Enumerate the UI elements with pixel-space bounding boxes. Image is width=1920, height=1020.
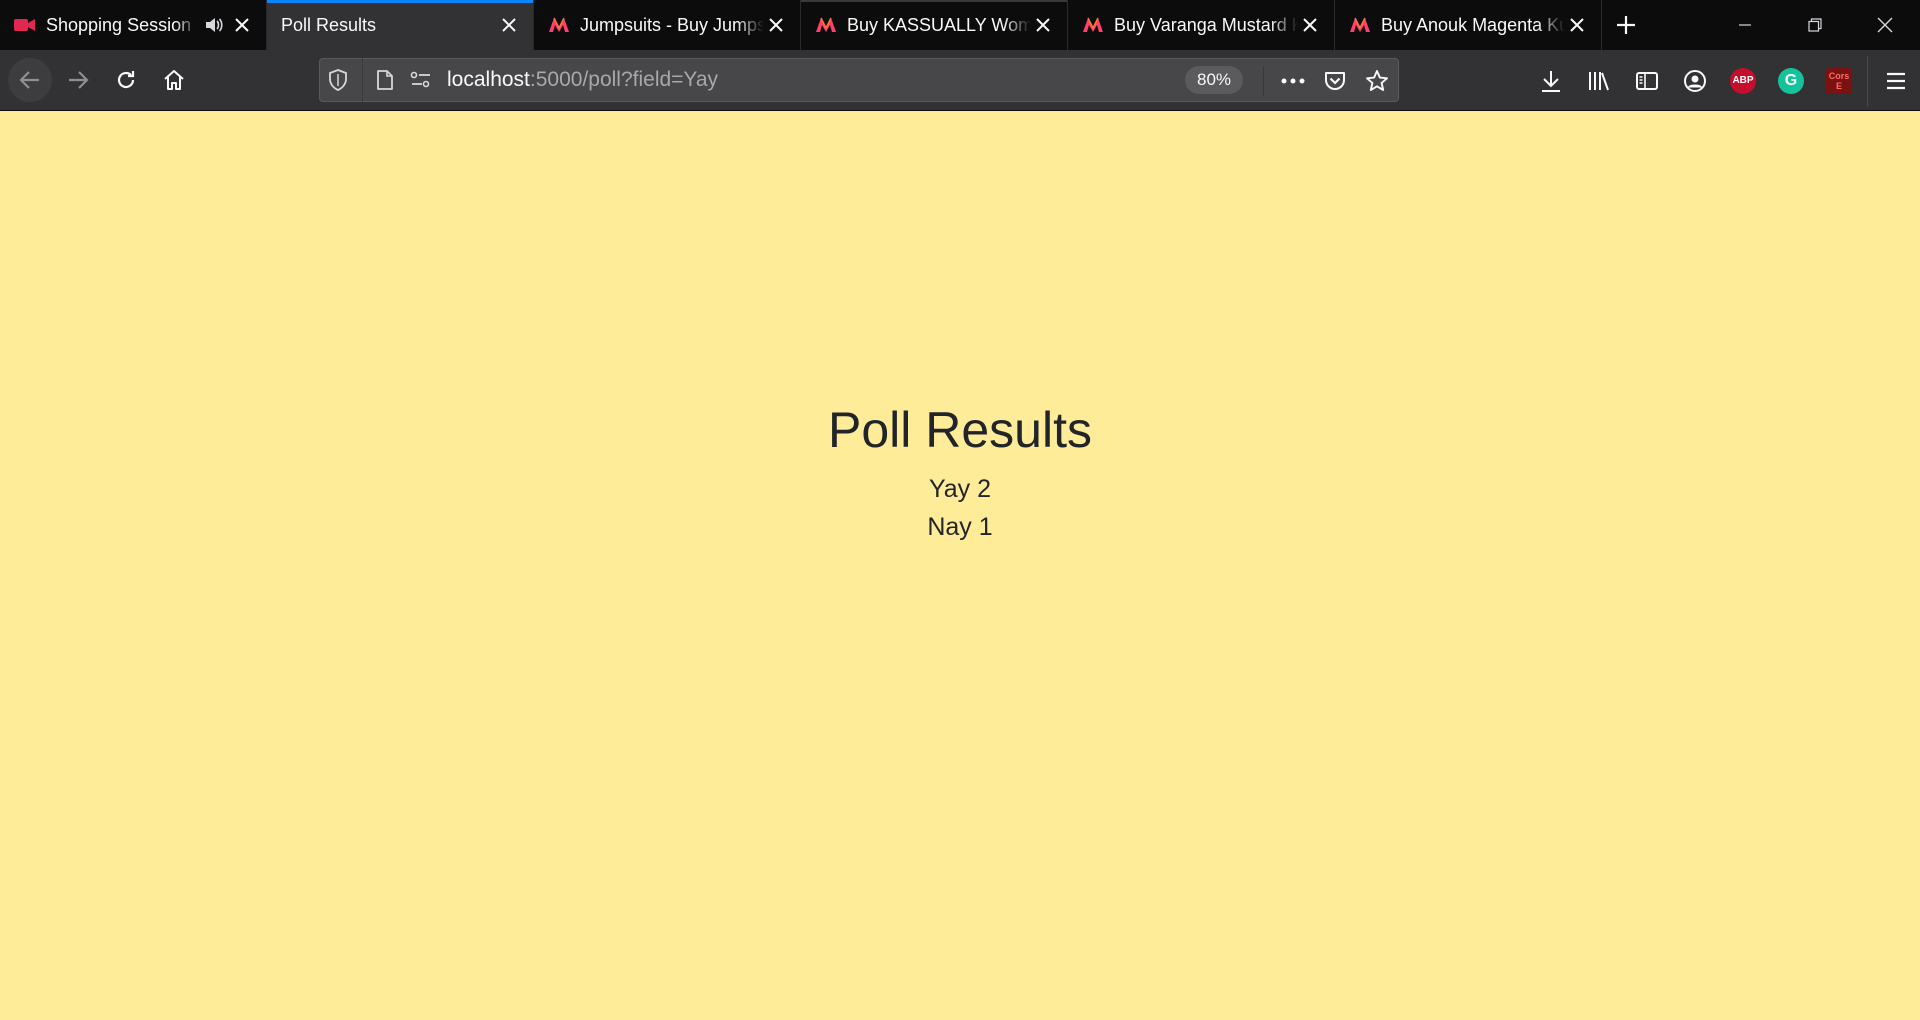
close-tab-icon[interactable] — [1031, 13, 1055, 37]
home-icon — [164, 70, 184, 90]
restore-icon — [1808, 18, 1822, 32]
tab-title: Shopping Session — [46, 14, 192, 35]
url-text[interactable]: localhost:5000/poll?field=Yay — [447, 68, 718, 92]
close-tab-icon[interactable] — [1565, 13, 1589, 37]
url-actions-separator — [1263, 66, 1264, 96]
result-yay: Yay 2 — [928, 475, 992, 503]
close-tab-icon[interactable] — [1298, 13, 1322, 37]
url-host: localhost — [447, 68, 530, 91]
arrow-right-icon — [69, 71, 89, 89]
close-icon — [1877, 17, 1893, 33]
tab-strip-spacer — [1650, 0, 1710, 50]
tracking-protection-shield-icon[interactable] — [320, 58, 356, 102]
result-nay: Nay 1 — [927, 513, 993, 541]
grammarly-icon: G — [1778, 67, 1804, 94]
close-tab-icon[interactable] — [230, 13, 254, 37]
page-title: Poll Results — [828, 402, 1092, 458]
cors-label-line1: Cors — [1828, 70, 1850, 81]
forward-button[interactable] — [56, 58, 100, 102]
new-tab-button[interactable] — [1602, 0, 1650, 50]
permissions-icon[interactable] — [403, 58, 439, 102]
library-icon[interactable] — [1575, 50, 1623, 111]
tab-title: Jumpsuits - Buy Jumpsuits — [580, 14, 764, 35]
tab-title: Poll Results — [281, 14, 377, 35]
myntra-logo-icon — [1349, 14, 1371, 36]
account-icon[interactable] — [1671, 50, 1719, 111]
page-content: Poll Results Yay 2 Nay 1 — [0, 112, 1920, 1020]
navigation-toolbar: localhost:5000/poll?field=Yay 80% ABP G … — [0, 50, 1920, 111]
page-info-icon[interactable] — [367, 58, 403, 102]
myntra-logo-icon — [815, 14, 837, 36]
minimize-button[interactable] — [1710, 0, 1780, 50]
tab-kassually[interactable]: Buy KASSUALLY Women — [801, 0, 1068, 50]
tab-title: Buy Varanga Mustard Kurta — [1114, 14, 1298, 35]
video-camera-icon — [14, 14, 36, 36]
toolbar-separator — [1867, 55, 1868, 106]
url-path: :5000/poll?field=Yay — [529, 68, 719, 91]
back-button[interactable] — [8, 58, 52, 102]
cors-icon: Cors E — [1826, 67, 1852, 94]
grammarly-extension[interactable]: G — [1767, 50, 1815, 111]
pocket-icon[interactable] — [1314, 59, 1356, 103]
close-tab-icon[interactable] — [764, 13, 788, 37]
downloads-icon[interactable] — [1527, 50, 1575, 111]
myntra-logo-icon — [1082, 14, 1104, 36]
tab-varanga[interactable]: Buy Varanga Mustard Kurta — [1068, 0, 1335, 50]
sidebar-icon[interactable] — [1623, 50, 1671, 111]
tab-shopping-session[interactable]: Shopping Session — [0, 0, 267, 50]
cors-extension[interactable]: Cors E — [1815, 50, 1863, 111]
cors-label-line2: E — [1835, 80, 1842, 91]
url-separator — [362, 58, 363, 102]
tab-title: Buy KASSUALLY Women — [847, 14, 1031, 35]
home-button[interactable] — [152, 58, 196, 102]
toolbar-right: ABP G Cors E — [1527, 50, 1920, 111]
page-actions-menu-icon[interactable] — [1272, 59, 1314, 103]
speaker-icon[interactable] — [202, 13, 226, 37]
reload-button[interactable] — [104, 58, 148, 102]
adblock-plus-extension[interactable]: ABP — [1719, 50, 1767, 111]
bookmark-star-icon[interactable] — [1356, 59, 1398, 103]
hamburger-menu-icon[interactable] — [1872, 50, 1920, 111]
adblock-plus-icon: ABP — [1730, 67, 1756, 94]
close-window-button[interactable] — [1850, 0, 1920, 50]
poll-results-panel: Poll Results Yay 2 Nay 1 — [0, 400, 1920, 546]
tab-jumpsuits[interactable]: Jumpsuits - Buy Jumpsuits — [534, 0, 801, 50]
tab-title: Buy Anouk Magenta Kurta — [1381, 14, 1565, 35]
arrow-left-icon — [19, 71, 39, 89]
tab-strip: Shopping Session Poll Results Jumpsuits … — [0, 0, 1920, 50]
minimize-icon — [1739, 24, 1751, 26]
reload-icon — [117, 71, 135, 89]
myntra-logo-icon — [548, 14, 570, 36]
zoom-level-button[interactable]: 80% — [1185, 66, 1244, 94]
tab-poll-results[interactable]: Poll Results — [267, 0, 534, 50]
tab-anouk[interactable]: Buy Anouk Magenta Kurta — [1335, 0, 1602, 50]
restore-button[interactable] — [1780, 0, 1850, 50]
url-bar[interactable]: localhost:5000/poll?field=Yay 80% — [319, 58, 1399, 102]
plus-icon — [1617, 16, 1635, 34]
close-tab-icon[interactable] — [497, 13, 521, 37]
url-actions — [1263, 59, 1398, 103]
